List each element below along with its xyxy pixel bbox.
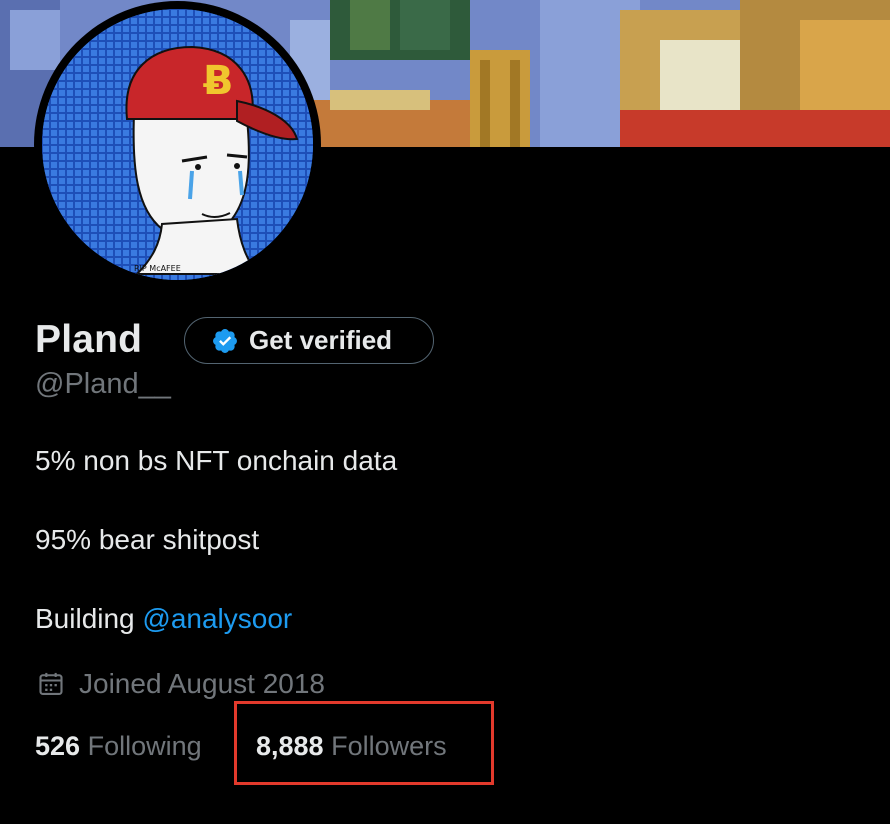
following-count: 526 (35, 731, 81, 761)
bio-line-1: 5% non bs NFT onchain data (35, 445, 398, 476)
calendar-icon (39, 672, 63, 695)
following-label: Following (87, 731, 202, 761)
username-handle: @Pland__ (35, 368, 171, 400)
joined-date: Joined August 2018 (37, 668, 325, 700)
get-verified-button[interactable]: Get verified (184, 317, 434, 364)
get-verified-label: Get verified (249, 325, 393, 355)
bio-building-text: Building (35, 603, 143, 634)
following-link[interactable]: 526 Following (35, 731, 202, 762)
avatar-signature: RIP McAFEE (134, 264, 181, 273)
avatar[interactable]: Ƀ RIP McAFEE (42, 9, 313, 280)
verified-badge-icon (213, 328, 237, 353)
bio-line-2: 95% bear shitpost (35, 524, 260, 555)
bio-mention-link[interactable]: @analysoor (142, 603, 292, 634)
cap-emblem: Ƀ (203, 58, 234, 104)
bio-line-3: Building @analysoor (35, 603, 292, 635)
joined-label: Joined August 2018 (79, 668, 325, 699)
display-name: Pland (35, 318, 143, 361)
followers-highlight-box (234, 701, 494, 785)
